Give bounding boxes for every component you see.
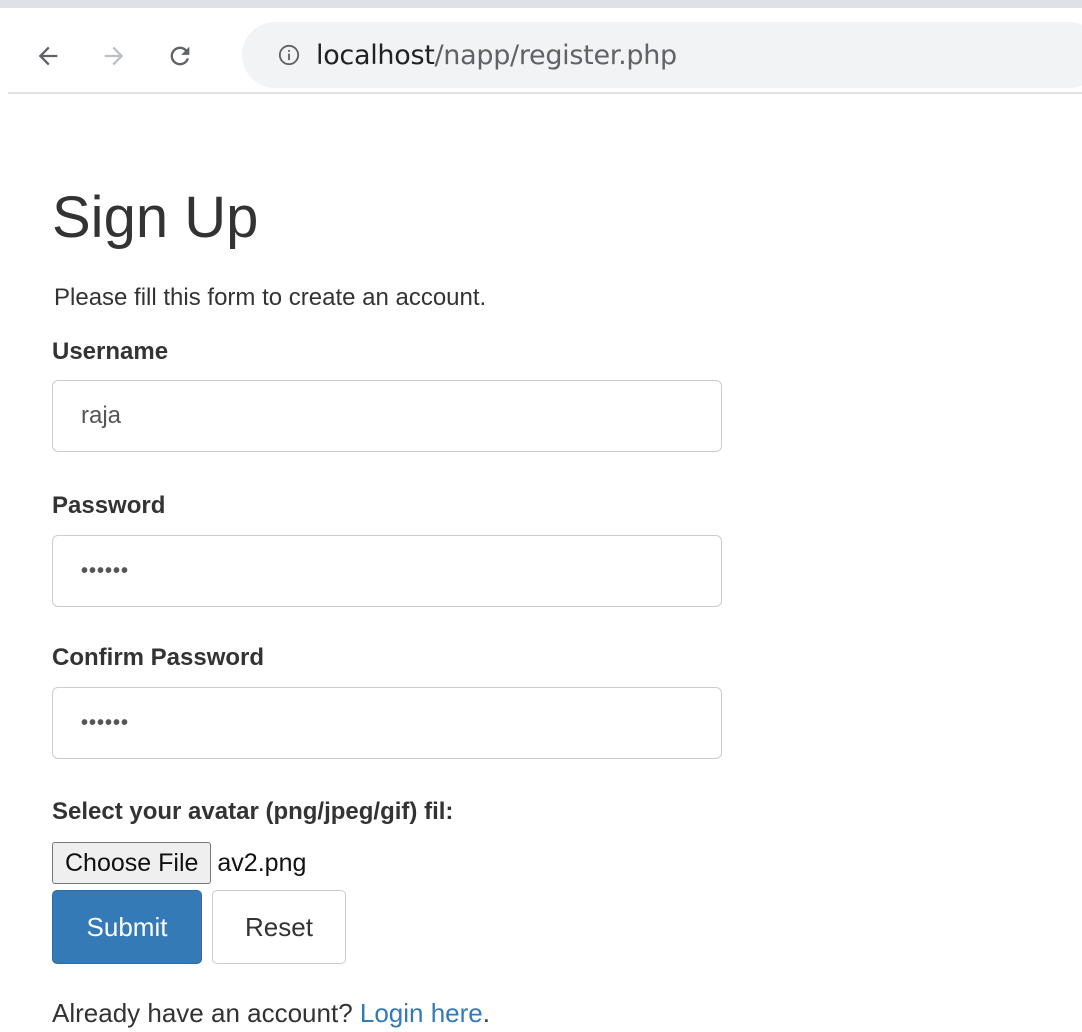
login-prompt-end: . [482, 998, 490, 1028]
arrow-left-icon [38, 46, 58, 66]
confirm-password-value: •••••• [81, 711, 130, 734]
password-input[interactable]: •••••• [52, 535, 722, 607]
confirm-password-input[interactable]: •••••• [52, 687, 722, 759]
back-button[interactable] [30, 38, 66, 74]
login-prompt-text: Already have an account? [52, 998, 360, 1028]
password-value: •••••• [81, 559, 130, 582]
url-path: /napp/register.php [434, 39, 678, 71]
page-title: Sign Up [52, 185, 259, 250]
login-prompt: Already have an account? Login here. [52, 998, 490, 1029]
page-subtitle: Please fill this form to create an accou… [54, 284, 487, 311]
arrow-right-icon [104, 46, 124, 66]
reload-icon [170, 46, 190, 66]
url-host: localhost [316, 39, 435, 71]
url-text: localhost/napp/register.php [316, 40, 677, 71]
address-bar[interactable]: localhost/napp/register.php [242, 22, 1082, 88]
username-input[interactable]: raja [52, 380, 722, 452]
login-link[interactable]: Login here [360, 998, 483, 1028]
forward-button[interactable] [96, 38, 132, 74]
toolbar-divider [8, 92, 1082, 94]
username-label: Username [52, 338, 169, 365]
selected-file-name: av2.png [217, 848, 307, 877]
choose-file-button[interactable]: Choose File [52, 842, 212, 884]
username-value: raja [81, 402, 122, 429]
submit-button[interactable]: Submit [52, 890, 202, 964]
password-label: Password [52, 492, 166, 519]
confirm-password-label: Confirm Password [52, 644, 265, 671]
reset-button[interactable]: Reset [212, 890, 346, 964]
avatar-label: Select your avatar (png/jpeg/gif) fil: [52, 798, 454, 825]
tab-strip [0, 0, 1082, 8]
info-icon[interactable] [278, 44, 300, 66]
avatar-file-input: Choose File av2.png [52, 842, 306, 884]
browser-toolbar: localhost/napp/register.php [0, 0, 1082, 94]
reload-button[interactable] [162, 38, 198, 74]
